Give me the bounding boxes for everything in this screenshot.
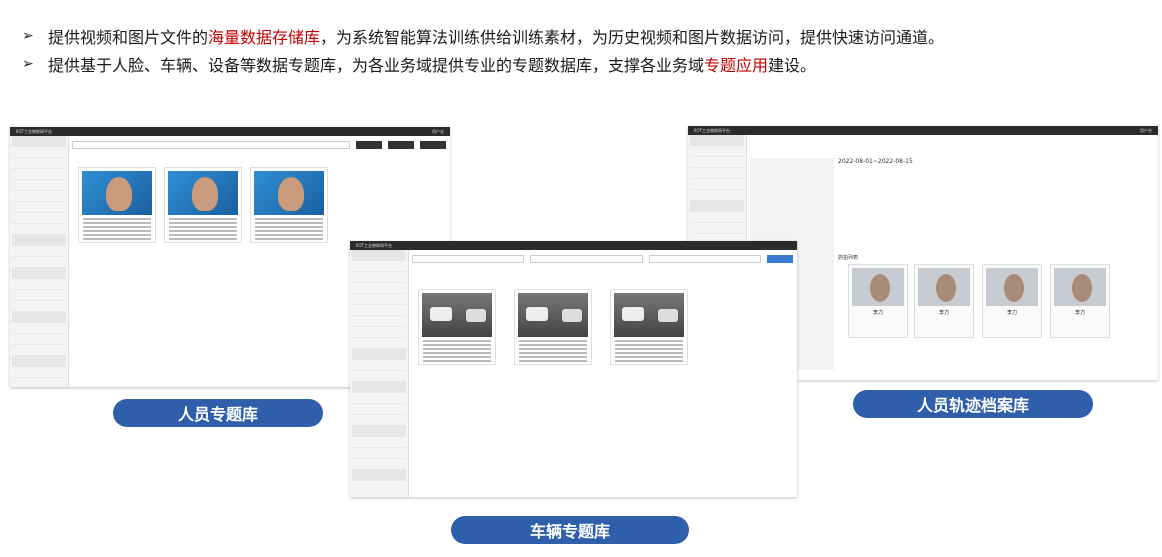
face-image: [254, 171, 324, 215]
capture-card[interactable]: 李力: [982, 264, 1042, 338]
capture-card[interactable]: 李力: [914, 264, 974, 338]
capture-card[interactable]: 李力: [1050, 264, 1110, 338]
bullet-1-text-b: ，为系统智能算法训练供给训练素材，为历史视频和图片数据访问，提供快速访问通道。: [320, 28, 945, 47]
bullet-list: ➢ 提供视频和图片文件的 海量数据存储库 ，为系统智能算法训练供给训练素材，为历史视…: [22, 22, 1157, 78]
person-card[interactable]: [250, 167, 328, 243]
capture-name: 李力: [1074, 310, 1085, 316]
type-select[interactable]: [530, 255, 643, 263]
bullet-1-highlight: 海量数据存储库: [208, 28, 321, 47]
more-button[interactable]: [420, 141, 446, 149]
vehicle-card[interactable]: [514, 289, 592, 365]
bullet-2-text-a: 提供基于人脸、车辆、设备等数据专题库，为各业务域提供专业的专题数据库，支撑各业务…: [48, 56, 705, 75]
search-input[interactable]: [412, 255, 525, 263]
capture-name: 李力: [938, 310, 949, 316]
sidebar: [350, 250, 409, 497]
arrow-icon: ➢: [22, 56, 34, 72]
bullet-1: ➢ 提供视频和图片文件的 海量数据存储库 ，为系统智能算法训练供给训练素材，为历史视…: [22, 22, 1157, 50]
user-name: 用户名: [432, 128, 444, 134]
topbar: IIOT工业物联网平台 用户名: [688, 126, 1158, 135]
app-title: IIOT工业物联网平台: [16, 128, 52, 134]
face-image: [168, 171, 238, 215]
date-range: 2022-08-01~2022-08-15: [838, 158, 913, 165]
vehicle-library-label: 车辆专题库: [451, 516, 689, 544]
section-title: 抓拍列表: [838, 255, 859, 261]
vehicle-card[interactable]: [610, 289, 688, 365]
person-card[interactable]: [78, 167, 156, 243]
vehicle-image: [518, 293, 588, 337]
vehicle-library-screenshot: IIOT工业物联网平台: [350, 241, 797, 497]
user-name: 用户名: [1140, 127, 1152, 133]
topbar: IIOT工业物联网平台 用户名: [10, 127, 450, 136]
bullet-1-text-a: 提供视频和图片文件的: [48, 28, 209, 47]
vehicle-card[interactable]: [418, 289, 496, 365]
capture-name: 李力: [1006, 310, 1017, 316]
person-card[interactable]: [164, 167, 242, 243]
bullet-2-text-b: 建设。: [768, 56, 817, 75]
bullet-2: ➢ 提供基于人脸、车辆、设备等数据专题库，为各业务域提供专业的专题数据库，支撑各…: [22, 50, 1157, 78]
search-button[interactable]: [766, 255, 793, 263]
sidebar: [10, 136, 69, 387]
capture-card[interactable]: 李力: [848, 264, 908, 338]
face-image: [82, 171, 152, 215]
track-archive-label: 人员轨迹档案库: [853, 390, 1093, 418]
app-title: IIOT工业物联网平台: [694, 127, 730, 133]
arrow-icon: ➢: [22, 28, 34, 44]
bullet-2-highlight: 专题应用: [704, 56, 769, 75]
app-title: IIOT工业物联网平台: [356, 242, 392, 248]
content: [412, 255, 793, 493]
topbar: IIOT工业物联网平台: [350, 241, 797, 250]
search-row: [72, 141, 446, 149]
search-button[interactable]: [356, 141, 382, 149]
person-library-label: 人员专题库: [113, 399, 323, 427]
search-input[interactable]: [72, 141, 350, 149]
reset-button[interactable]: [388, 141, 414, 149]
device-select[interactable]: [648, 255, 761, 263]
search-row: [412, 255, 793, 263]
vehicle-image: [614, 293, 684, 337]
capture-name: 李力: [872, 310, 883, 316]
vehicle-image: [422, 293, 492, 337]
